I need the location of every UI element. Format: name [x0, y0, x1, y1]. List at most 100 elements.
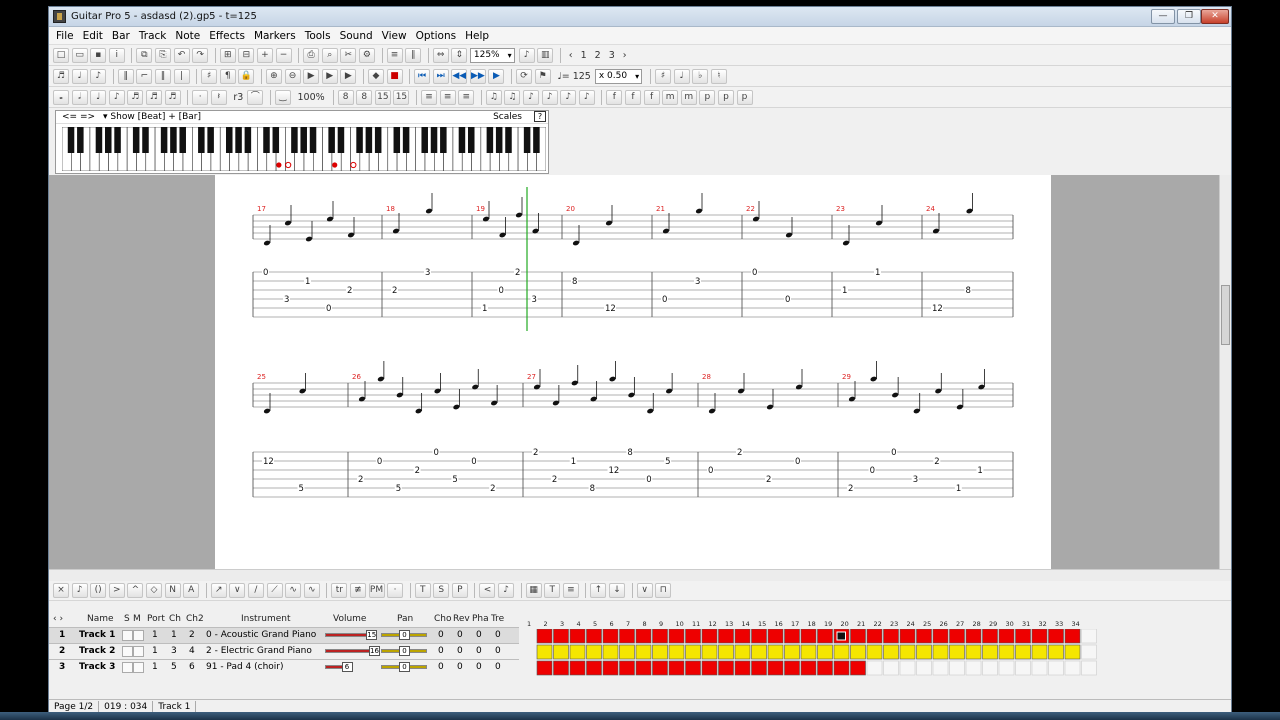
page-3-button[interactable]: 3: [609, 50, 615, 61]
stroke-up-icon[interactable]: ↑: [590, 583, 607, 598]
menu-view[interactable]: View: [379, 30, 413, 42]
tremolo-value[interactable]: 0: [495, 630, 501, 640]
marker-icon[interactable]: ▶: [303, 68, 320, 84]
parenthesis-icon[interactable]: (): [90, 583, 107, 598]
dynamic-p-icon[interactable]: p: [699, 89, 716, 105]
harmonic-icon[interactable]: ◇: [145, 583, 162, 598]
track-nav-icon[interactable]: ‹ ›: [53, 614, 63, 624]
horizontal-scrollbar[interactable]: [49, 569, 1231, 581]
staccato-icon[interactable]: ·: [387, 583, 404, 598]
tremolo-bar-icon[interactable]: ∨: [229, 583, 246, 598]
whole-note-icon[interactable]: 𝅝: [53, 89, 69, 105]
insert-bar-icon[interactable]: ⊞: [219, 47, 236, 63]
mute-toggle[interactable]: [133, 662, 144, 673]
slide-icon[interactable]: /: [247, 583, 264, 598]
vertical-scrollbar[interactable]: [1219, 175, 1231, 569]
tremolo-value[interactable]: 0: [495, 662, 501, 672]
menu-bar[interactable]: Bar: [109, 30, 136, 42]
dynamic-pp-icon[interactable]: p: [717, 89, 734, 105]
dot-icon[interactable]: ·: [192, 89, 209, 105]
solo-toggle[interactable]: [122, 630, 133, 641]
eighth-note-icon[interactable]: ♪: [108, 89, 125, 105]
minimize-button[interactable]: —: [1151, 9, 1175, 24]
quarter-note-icon[interactable]: ♩: [90, 89, 107, 105]
dead-note-icon[interactable]: ×: [53, 583, 69, 598]
sixtyfourth-note-icon[interactable]: ♬: [164, 89, 181, 105]
scales-button[interactable]: Scales: [493, 112, 522, 122]
help-icon[interactable]: ?: [534, 111, 546, 122]
fit-page-icon[interactable]: ⇕: [451, 47, 468, 63]
dynamic-fff-icon[interactable]: f: [606, 89, 623, 105]
stroke-down-icon[interactable]: ↓: [609, 583, 626, 598]
sixteenth-note-icon[interactable]: ♬: [127, 89, 144, 105]
mute-toggle[interactable]: [133, 630, 144, 641]
dynamic-f-icon[interactable]: f: [643, 89, 660, 105]
tap-icon[interactable]: T: [414, 583, 431, 598]
artificial-harmonic-icon[interactable]: A: [183, 583, 200, 598]
key-signature-icon[interactable]: ♯: [201, 68, 218, 84]
screen-view-icon[interactable]: ∥: [405, 47, 422, 63]
rest-icon[interactable]: 𝄽: [210, 89, 227, 105]
fast-forward-icon[interactable]: ▶▶: [469, 68, 486, 84]
page-2-button[interactable]: 2: [595, 50, 601, 61]
phaser-value[interactable]: 0: [476, 662, 482, 672]
open-folder-icon[interactable]: ▭: [71, 47, 88, 63]
prev-page-icon[interactable]: ‹: [569, 50, 573, 61]
marker-add-icon[interactable]: ▶: [321, 68, 338, 84]
metronome-icon[interactable]: ◆: [367, 68, 384, 84]
double-bar-icon[interactable]: |: [173, 68, 190, 84]
solo-toggle[interactable]: [122, 662, 133, 673]
mute-toggle[interactable]: [133, 646, 144, 657]
reverb-value[interactable]: 0: [457, 662, 463, 672]
alternate-ending-icon[interactable]: ⌐: [136, 68, 153, 84]
redo-icon[interactable]: ↷: [192, 47, 209, 63]
octava-8va-icon[interactable]: 8: [337, 89, 354, 105]
align-right-icon[interactable]: ≡: [458, 89, 475, 105]
chord-icon[interactable]: ♩: [673, 68, 690, 84]
volume-slider[interactable]: [325, 649, 373, 653]
unbeam-icon[interactable]: ♪: [523, 89, 539, 105]
settings-gear-icon[interactable]: ⚙: [358, 47, 375, 63]
align-left-icon[interactable]: ≡: [421, 89, 438, 105]
delete-bar-icon[interactable]: ⊟: [238, 47, 255, 63]
solo-toggle[interactable]: [122, 646, 133, 657]
menu-tools[interactable]: Tools: [302, 30, 337, 42]
slur-icon[interactable]: ‿: [274, 89, 291, 105]
speed-trainer-icon[interactable]: ⚑: [534, 68, 551, 84]
stop-icon[interactable]: ■: [386, 68, 403, 84]
vertical-scroll-thumb[interactable]: [1221, 285, 1230, 345]
reverb-value[interactable]: 0: [457, 646, 463, 656]
repeat-open-icon[interactable]: ‖: [117, 68, 134, 84]
dotted-note-icon[interactable]: ♪: [90, 68, 107, 84]
menu-track[interactable]: Track: [136, 30, 172, 42]
text-icon[interactable]: T: [544, 583, 561, 598]
palm-mute-icon[interactable]: PM: [368, 583, 385, 598]
reverb-value[interactable]: 0: [457, 630, 463, 640]
beam-icon[interactable]: ♫: [504, 89, 521, 105]
tie-icon[interactable]: ⌒: [247, 89, 264, 105]
tremolo-value[interactable]: 0: [495, 646, 501, 656]
pick-down-icon[interactable]: ⊓: [655, 583, 672, 598]
page-1-button[interactable]: 1: [581, 50, 587, 61]
track-row[interactable]: 1 Track 1 1 1 2 0 - Acoustic Grand Piano 15 0 0 0…: [49, 627, 519, 643]
piano-keyboard-icon[interactable]: ▥: [537, 47, 554, 63]
octava-15mb-icon[interactable]: 15: [393, 89, 410, 105]
stem-down-icon[interactable]: ♪: [578, 89, 595, 105]
trill-icon[interactable]: tr: [331, 583, 348, 598]
half-note-icon[interactable]: 𝅗𝅥: [71, 89, 88, 105]
lock-icon[interactable]: 🔒: [238, 68, 255, 84]
close-button[interactable]: ✕: [1201, 9, 1229, 24]
dynamic-mp-icon[interactable]: m: [680, 89, 697, 105]
menu-markers[interactable]: Markers: [251, 30, 302, 42]
insert-beat-icon[interactable]: +: [256, 47, 273, 63]
auto-beam-icon[interactable]: ♫: [485, 89, 502, 105]
score-page[interactable]: 17 0 3 1 0 2 18 2 3 19 1 0 2 3 20 8 12 21 0 3 22 0 0 23 1 1 24 12 8 2…: [215, 175, 1051, 569]
menu-effects[interactable]: Effects: [206, 30, 251, 42]
paragraph-icon[interactable]: ¶: [219, 68, 236, 84]
phaser-value[interactable]: 0: [476, 630, 482, 640]
grace-note-icon[interactable]: ♪: [498, 583, 515, 598]
menu-sound[interactable]: Sound: [337, 30, 379, 42]
rhythm-icon[interactable]: ♬: [53, 68, 69, 84]
copy-icon[interactable]: ⧉: [136, 47, 153, 63]
natural-icon[interactable]: ♮: [710, 68, 727, 84]
